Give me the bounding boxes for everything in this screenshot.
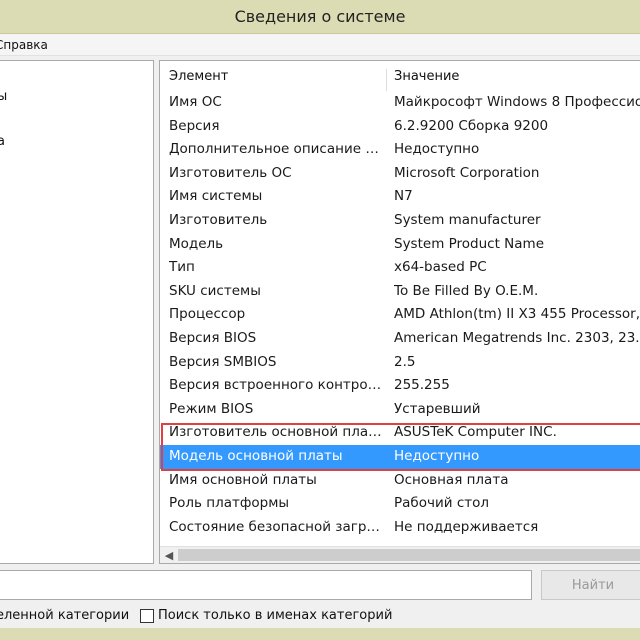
row-element-cell: Версия bbox=[169, 117, 220, 134]
row-element-cell: Версия SMBIOS bbox=[169, 353, 277, 370]
search-options: еленной категории Поиск только в именах … bbox=[0, 606, 640, 628]
row-element-cell: Имя системы bbox=[169, 188, 263, 205]
row-element-cell: SKU системы bbox=[169, 282, 261, 299]
row-element-cell: Состояние безопасной загрузки bbox=[169, 518, 384, 535]
search-input[interactable] bbox=[0, 570, 532, 600]
row-element-cell: Модель bbox=[169, 235, 224, 252]
details-list[interactable]: Элемент Значение Имя ОС Майкрософт Window… bbox=[159, 60, 640, 564]
table-row[interactable]: Изготовитель System manufacturer bbox=[160, 209, 640, 233]
find-button[interactable]: Найти bbox=[541, 570, 640, 600]
table-row[interactable]: Версия SMBIOS 2.5 bbox=[160, 351, 640, 375]
row-value-cell: 6.2.9200 Сборка 9200 bbox=[394, 117, 549, 134]
title-bar: Сведения о системе bbox=[0, 0, 640, 34]
table-row[interactable]: Имя основной платы Основная плата bbox=[160, 469, 640, 493]
row-value-cell: x64-based PC bbox=[394, 259, 487, 276]
row-value-cell: Microsoft Corporation bbox=[394, 164, 540, 181]
row-element-cell: Имя основной платы bbox=[169, 471, 317, 488]
motherboard-highlight-frame bbox=[161, 423, 640, 471]
row-element-cell: Режим BIOS bbox=[169, 400, 254, 417]
tree-node[interactable]: а bbox=[0, 134, 5, 149]
column-header-row: Элемент Значение bbox=[160, 65, 640, 91]
row-value-cell: Не поддерживается bbox=[394, 518, 539, 535]
table-row[interactable]: Изготовитель ОС Microsoft Corporation bbox=[160, 162, 640, 186]
row-element-cell: Версия встроенного контроллера bbox=[169, 377, 384, 394]
table-row[interactable]: Версия BIOS American Megatrends Inc. 2303… bbox=[160, 327, 640, 351]
window-bottom-edge bbox=[0, 628, 640, 640]
row-element-cell: Изготовитель bbox=[169, 211, 268, 228]
table-row[interactable]: Дополнительное описание ОС Недоступно bbox=[160, 138, 640, 162]
row-value-cell: 255.255 bbox=[394, 377, 450, 394]
table-row[interactable]: Версия встроенного контроллера 255.255 bbox=[160, 374, 640, 398]
tree-node[interactable]: ы bbox=[0, 89, 7, 104]
search-selected-category-label[interactable]: еленной категории bbox=[0, 608, 129, 623]
table-row[interactable]: Состояние безопасной загрузки Не поддержи… bbox=[160, 516, 640, 540]
row-value-cell: American Megatrends Inc. 2303, 23.08.201… bbox=[394, 329, 640, 346]
row-value-cell: Майкрософт Windows 8 Профессиональная bbox=[394, 94, 640, 110]
column-divider[interactable] bbox=[386, 69, 387, 91]
menu-bar: Справка bbox=[0, 34, 640, 56]
details-rows: Имя ОС Майкрософт Windows 8 Профессиональ… bbox=[160, 91, 640, 539]
row-element-cell: Процессор bbox=[169, 306, 246, 323]
menu-item-help[interactable]: Справка bbox=[0, 38, 48, 52]
row-value-cell: System Product Name bbox=[394, 235, 545, 252]
row-element-cell: Роль платформы bbox=[169, 495, 290, 512]
row-element-cell: Тип bbox=[169, 259, 195, 276]
row-value-cell: Недоступно bbox=[394, 141, 480, 158]
table-row[interactable]: Версия 6.2.9200 Сборка 9200 bbox=[160, 115, 640, 139]
table-row[interactable]: Имя системы N7 bbox=[160, 185, 640, 209]
row-value-cell: AMD Athlon(tm) II X3 455 Processor, 3300… bbox=[394, 306, 640, 323]
row-element-cell: Изготовитель ОС bbox=[169, 164, 292, 181]
row-element-cell: Версия BIOS bbox=[169, 329, 257, 346]
row-value-cell: Основная плата bbox=[394, 471, 509, 488]
names-only-label[interactable]: Поиск только в именах категорий bbox=[158, 608, 392, 623]
table-row[interactable]: Роль платформы Рабочий стол bbox=[160, 492, 640, 516]
table-row[interactable]: Тип x64-based PC bbox=[160, 256, 640, 280]
column-header-value[interactable]: Значение bbox=[394, 69, 459, 84]
window-title: Сведения о системе bbox=[234, 7, 406, 26]
table-row[interactable]: Имя ОС Майкрософт Windows 8 Профессиональ… bbox=[160, 91, 640, 115]
row-value-cell: To Be Filled By O.E.M. bbox=[394, 282, 539, 299]
scroll-left-icon[interactable]: ◀ bbox=[162, 547, 176, 563]
row-value-cell: 2.5 bbox=[394, 353, 416, 370]
column-header-element[interactable]: Элемент bbox=[169, 69, 228, 84]
row-value-cell: N7 bbox=[394, 188, 413, 205]
row-value-cell: Устаревший bbox=[394, 400, 481, 417]
table-row[interactable]: Модель System Product Name bbox=[160, 233, 640, 257]
row-element-cell: Имя ОС bbox=[169, 94, 222, 110]
horizontal-scrollbar[interactable]: ◀ bbox=[160, 546, 640, 563]
row-element-cell: Дополнительное описание ОС bbox=[169, 141, 384, 158]
category-tree[interactable]: ы а bbox=[0, 60, 154, 564]
table-row[interactable]: Режим BIOS Устаревший bbox=[160, 398, 640, 422]
names-only-checkbox[interactable] bbox=[140, 609, 154, 623]
row-value-cell: Рабочий стол bbox=[394, 495, 489, 512]
scroll-thumb[interactable] bbox=[178, 549, 640, 561]
row-value-cell: System manufacturer bbox=[394, 211, 541, 228]
table-row[interactable]: Процессор AMD Athlon(tm) II X3 455 Proces… bbox=[160, 303, 640, 327]
table-row[interactable]: SKU системы To Be Filled By O.E.M. bbox=[160, 280, 640, 304]
